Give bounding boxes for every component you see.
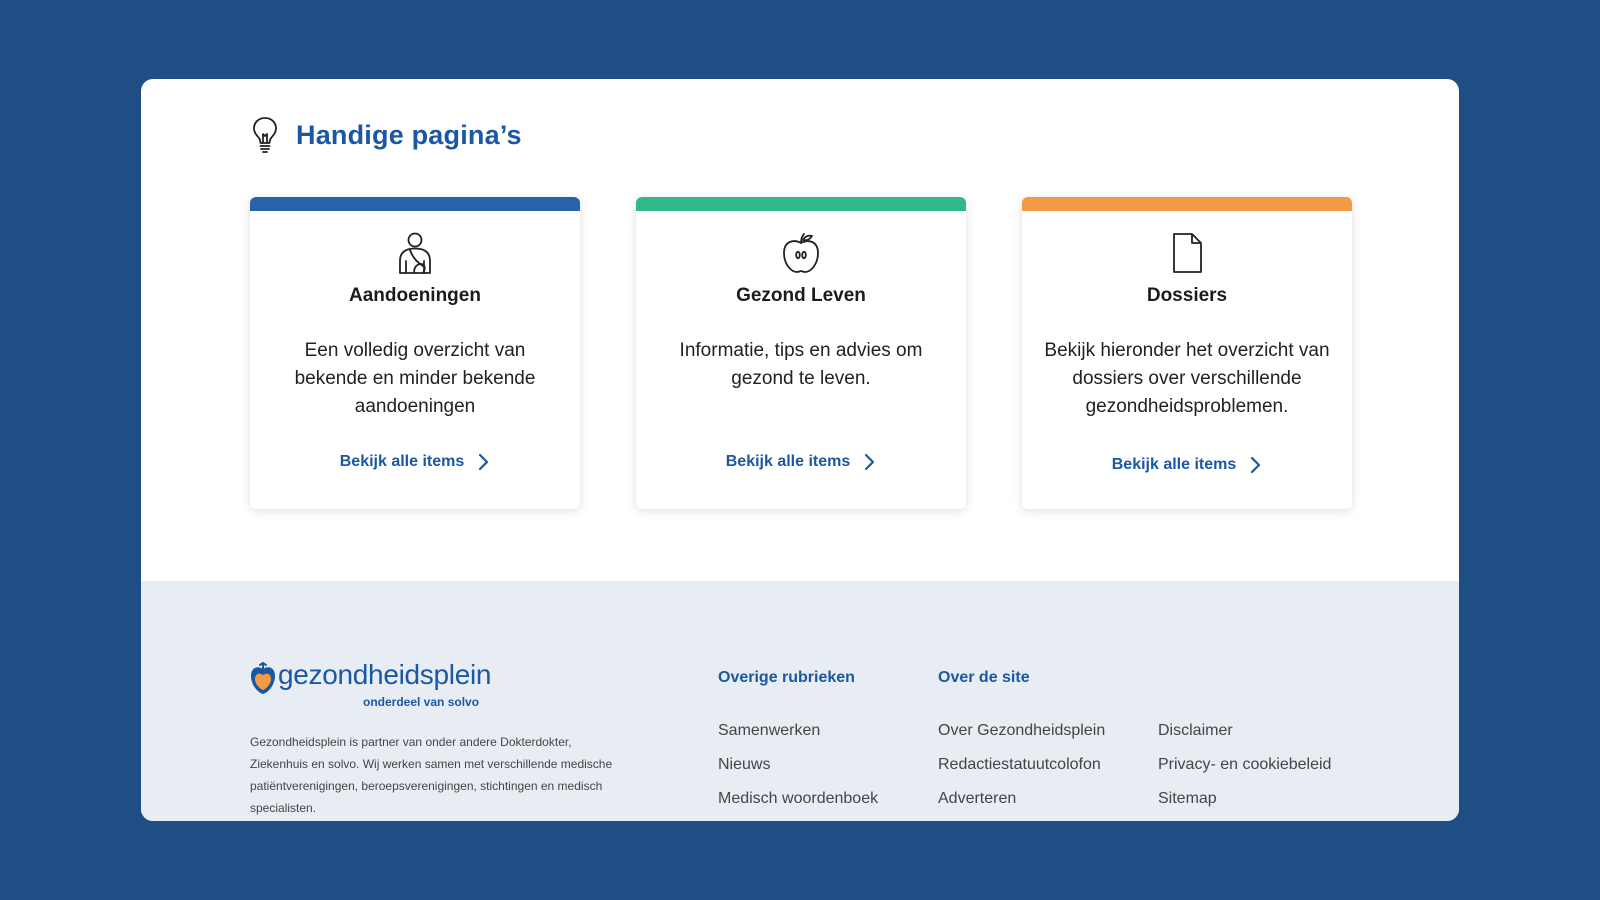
footer-link-samenwerken[interactable]: Samenwerken (718, 721, 878, 755)
section-header: Handige pagina’s (250, 115, 522, 155)
footer-link-nieuws[interactable]: Nieuws (718, 755, 878, 789)
card-list: Aandoeningen Een volledig overzicht van … (250, 197, 1352, 509)
footer: gezondheidsplein onderdeel van solvo Gez… (141, 581, 1459, 821)
footer-column-overige-rubrieken: Overige rubrieken Samenwerken Nieuws Med… (718, 669, 878, 821)
card-aandoeningen[interactable]: Aandoeningen Een volledig overzicht van … (250, 197, 580, 509)
document-icon (1173, 233, 1202, 273)
footer-about-text: Gezondheidsplein is partner van onder an… (250, 735, 613, 815)
footer-column-heading: Overige rubrieken (718, 669, 855, 686)
link-label: Bekijk alle items (1111, 456, 1237, 473)
footer-link-over-gezondheidsplein[interactable]: Over Gezondheidsplein (938, 721, 1105, 755)
person-icon (399, 232, 431, 274)
footer-link-sitemap[interactable]: Sitemap (1158, 789, 1331, 821)
content-panel: Handige pagina’s Aandoeningen Een volled… (141, 79, 1459, 821)
logo-text: gezondheidsplein (278, 659, 492, 690)
footer-column-over-de-site: Over de site Over Gezondheidsplein Redac… (938, 669, 1105, 821)
chevron-right-icon (1251, 456, 1261, 474)
logo-mark-icon (251, 661, 275, 694)
lightbulb-icon (253, 117, 277, 153)
chevron-right-icon (479, 453, 489, 471)
card-title: Aandoeningen (349, 285, 481, 306)
logo-subtitle: onderdeel van solvo (363, 695, 480, 709)
link-label: Bekijk alle items (725, 453, 851, 470)
chevron-right-icon (865, 453, 875, 471)
card-color-bar (250, 197, 580, 211)
footer-link-privacy[interactable]: Privacy- en cookiebeleid (1158, 755, 1331, 789)
footer-column-legal: Disclaimer Privacy- en cookiebeleid Site… (1158, 721, 1331, 821)
link-label: Bekijk alle items (339, 453, 465, 470)
card-color-bar (1022, 197, 1352, 211)
footer-link-medisch-woordenboek[interactable]: Medisch woordenboek (718, 789, 878, 821)
card-description: Informatie, tips en advies om gezond te … (679, 340, 923, 389)
footer-column-heading: Over de site (938, 669, 1030, 686)
view-all-items-link[interactable]: Bekijk alle items (250, 453, 580, 471)
apple-icon (783, 233, 819, 273)
card-dossiers[interactable]: Dossiers Bekijk hieronder het overzicht … (1022, 197, 1352, 509)
card-gezond-leven[interactable]: Gezond Leven Informatie, tips en advies … (636, 197, 966, 509)
site-logo[interactable]: gezondheidsplein onderdeel van solvo (250, 659, 492, 711)
footer-link-redactiestatuut[interactable]: Redactiestatuutcolofon (938, 755, 1105, 789)
card-description: Een volledig overzicht van bekende en mi… (294, 340, 536, 417)
view-all-items-link[interactable]: Bekijk alle items (1022, 456, 1352, 474)
footer-link-adverteren[interactable]: Adverteren (938, 789, 1105, 821)
view-all-items-link[interactable]: Bekijk alle items (636, 453, 966, 471)
section-title: Handige pagina’s (296, 119, 522, 150)
footer-link-disclaimer[interactable]: Disclaimer (1158, 721, 1331, 755)
card-color-bar (636, 197, 966, 211)
card-description: Bekijk hieronder het overzicht van dossi… (1044, 340, 1330, 417)
card-title: Gezond Leven (736, 285, 866, 306)
card-title: Dossiers (1146, 285, 1228, 306)
